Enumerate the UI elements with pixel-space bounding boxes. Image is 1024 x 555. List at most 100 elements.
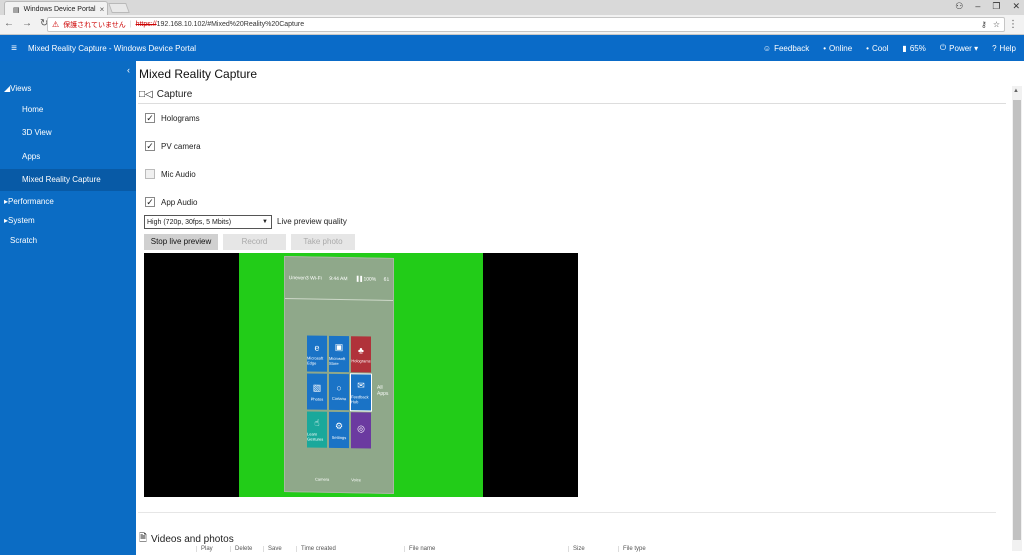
online-status[interactable]: • Online (823, 44, 852, 53)
scrollbar-thumb[interactable] (1013, 100, 1021, 540)
sidebar-section-performance[interactable]: ▸Performance (4, 197, 54, 206)
tile-label: Settings (331, 434, 347, 440)
app-tile: ▧ Photos (307, 373, 327, 410)
tile-icon: ☝ (314, 417, 320, 428)
sidebar-item-home[interactable]: Home (0, 99, 136, 121)
tile-icon: e (314, 342, 320, 353)
mic-audio-option[interactable]: Mic Audio (145, 169, 196, 179)
app-tile: ♣ Holograms (351, 336, 371, 373)
battery-status[interactable]: ▮ 65% (902, 44, 925, 53)
security-warning[interactable]: 保護されていません (63, 20, 126, 30)
chevron-down-icon: ▼ (262, 219, 268, 225)
sidebar-item-apps[interactable]: Apps (0, 146, 136, 168)
quality-select[interactable]: High (720p, 30fps, 5 Mbits) ▼ (144, 215, 272, 229)
col-save[interactable]: Save (263, 546, 296, 552)
feedback-button[interactable]: ☺ Feedback (763, 44, 809, 53)
new-tab-button[interactable] (108, 3, 130, 13)
col-delete[interactable]: Delete (230, 546, 263, 552)
user-icon[interactable]: ⚇ (955, 1, 963, 12)
col-file-name[interactable]: File name (404, 546, 568, 552)
app-audio-option[interactable]: ✓ App Audio (145, 197, 197, 207)
sidebar-item-scratch[interactable]: Scratch (10, 236, 37, 245)
warning-icon: ⚠ (52, 20, 60, 29)
tile-label: Holograms (351, 358, 371, 364)
sidebar-section-system[interactable]: ▸System (4, 216, 35, 225)
pv-camera-checkbox[interactable]: ✓ (145, 141, 155, 151)
tile-icon: ▣ (334, 341, 344, 353)
tile-label: Microsoft Store (329, 355, 346, 366)
holo-bottom-bar: Camera Voice (315, 476, 362, 483)
url-text: 192.168.10.102/#Mixed%20Reality%20Captur… (156, 21, 305, 28)
stop-live-preview-button[interactable]: Stop live preview (144, 234, 218, 250)
app-tile: ▣ Microsoft Store (329, 335, 349, 373)
tile-icon: ○ (336, 382, 342, 394)
close-window-icon[interactable]: ✕ (1012, 1, 1020, 12)
col-file-type[interactable]: File type (618, 546, 678, 552)
tile-icon: ♣ (358, 345, 364, 356)
page-icon: ▤ (13, 6, 20, 14)
page-title: Mixed Reality Capture (139, 67, 258, 81)
tile-label: Cortana (331, 395, 347, 402)
scroll-up-icon[interactable]: ▲ (1013, 88, 1019, 94)
record-button[interactable]: Record (223, 234, 286, 250)
menu-icon[interactable]: ⋮ (1008, 19, 1018, 30)
col-time-created[interactable]: Time created (296, 546, 404, 552)
browser-toolbar: ← → ↻ ⚠ 保護されていません | https://192.168.10.1… (0, 15, 1024, 35)
back-icon[interactable]: ← (4, 18, 14, 29)
address-bar[interactable]: ⚠ 保護されていません | https://192.168.10.102/#Mi… (47, 17, 1005, 32)
tab-title: Windows Device Portal (23, 6, 96, 13)
sidebar-section-views[interactable]: ◢Views (4, 84, 31, 93)
tile-icon: ✉ (357, 380, 365, 391)
power-menu[interactable]: ⏻ Power ▾ (940, 43, 978, 53)
key-icon[interactable]: ⚷ (981, 20, 987, 29)
app-tile: ⚙ Settings (329, 411, 349, 449)
camera-icon: □◁ (139, 89, 153, 100)
url-scheme: https:// (135, 21, 157, 28)
col-size[interactable]: Size (568, 546, 618, 552)
help-button[interactable]: ? Help (992, 44, 1016, 53)
thermal-status[interactable]: • Cool (866, 44, 888, 53)
tile-icon: ◎ (357, 423, 365, 434)
power-icon: ⏻ (939, 43, 947, 52)
hamburger-icon[interactable]: ≡ (0, 43, 28, 54)
live-preview-video[interactable]: Uneven3 Wi-Fi 9:44 AM ▐▐ 100% 61 e Micros… (144, 253, 578, 497)
browser-tab-bar: ▤ Windows Device Portal × ⚇ – ❐ ✕ (0, 0, 1024, 15)
battery-icon: ▮ (902, 43, 907, 53)
app-tile: ✉ Feedback Hub (350, 373, 372, 412)
wifi-icon: • (823, 43, 827, 53)
tile-icon: ⚙ (334, 420, 344, 431)
minimize-icon[interactable]: – (975, 1, 980, 12)
star-icon[interactable]: ☆ (993, 20, 1000, 29)
app-audio-checkbox[interactable]: ✓ (145, 197, 155, 207)
holograms-option[interactable]: ✓ Holograms (145, 113, 200, 123)
app-tile: ☝ Learn Gestures (307, 411, 327, 448)
pv-camera-option[interactable]: ✓ PV camera (145, 141, 201, 151)
app-title: Mixed Reality Capture - Windows Device P… (28, 43, 197, 53)
document-icon: 🗎 (139, 533, 148, 544)
holograms-checkbox[interactable]: ✓ (145, 113, 155, 123)
section-separator (138, 512, 996, 513)
sidebar-item-3d-view[interactable]: 3D View (0, 122, 136, 144)
status-bar: Uneven3 Wi-Fi 9:44 AM ▐▐ 100% 61 (285, 257, 393, 301)
take-photo-button[interactable]: Take photo (291, 234, 355, 250)
app-tile-grid: e Microsoft Edge ▣ Microsoft Store ♣ Hologram… (307, 335, 372, 449)
window-controls: ⚇ – ❐ ✕ (955, 1, 1020, 12)
collapse-icon[interactable]: ‹ (127, 65, 130, 75)
start-menu-hologram: Uneven3 Wi-Fi 9:44 AM ▐▐ 100% 61 e Micros… (284, 256, 394, 494)
sidebar-item-mixed-reality-capture[interactable]: Mixed Reality Capture (0, 169, 136, 191)
app-tile: ◎ (351, 412, 371, 449)
restore-icon[interactable]: ❐ (992, 1, 1000, 12)
smiley-icon: ☺ (762, 43, 772, 53)
browser-tab[interactable]: ▤ Windows Device Portal × (4, 1, 108, 15)
app-tile: e Microsoft Edge (307, 335, 327, 372)
section-divider (138, 103, 1006, 104)
thermometer-icon: • (866, 43, 869, 53)
app-header: ≡ Mixed Reality Capture - Windows Device… (0, 35, 1024, 61)
all-apps-label: All Apps (377, 384, 389, 397)
col-play[interactable]: Play (196, 546, 230, 552)
quality-label: Live preview quality (277, 217, 347, 226)
sidebar: ‹ ◢Views Home 3D View Apps Mixed Reality… (0, 61, 136, 555)
forward-icon[interactable]: → (22, 18, 32, 29)
mic-audio-checkbox[interactable] (145, 169, 155, 179)
tab-close-icon[interactable]: × (100, 5, 105, 14)
